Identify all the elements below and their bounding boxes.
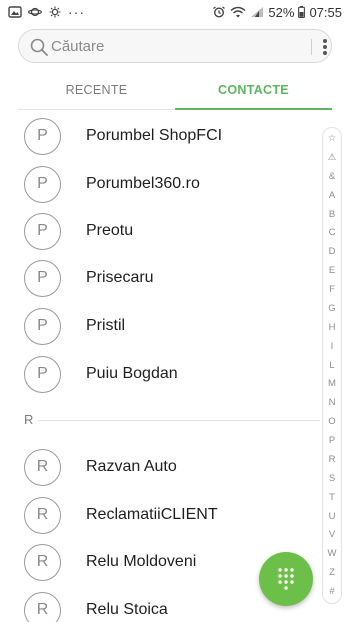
dialpad-button[interactable] [259,552,313,606]
section-divider [38,420,320,421]
index-letter[interactable]: W [328,549,337,559]
avatar: R [24,448,61,486]
contact-row[interactable]: P Puiu Bogdan [0,350,320,398]
status-system: 52% 07:55 [212,5,342,20]
alarm-icon [213,6,226,18]
more-vert-icon[interactable] [319,37,331,57]
index-letter[interactable]: M [328,379,336,389]
tab-bar: RECENTE CONTACTE [18,72,332,110]
search-divider [311,39,312,55]
index-letter[interactable]: T [329,492,335,503]
avatar: R [24,543,61,581]
index-letter[interactable]: & [329,171,335,182]
contact-name: Preotu [86,222,134,239]
avatar: P [24,165,61,203]
index-letter[interactable]: ☆ [328,134,337,144]
index-letter[interactable]: L [329,360,334,371]
index-letter[interactable]: S [329,473,335,484]
signal-icon [251,7,264,17]
index-letter[interactable]: D [329,247,336,257]
index-letter[interactable]: A [329,190,335,201]
contact-row[interactable]: P Preotu [0,207,320,255]
section-letter: R [24,412,34,427]
status-notifications: ··· [8,4,85,20]
dialpad-icon [278,568,294,590]
search-bar[interactable] [18,29,332,63]
clock: 07:55 [309,4,342,20]
contact-row[interactable]: P Porumbel360.ro [0,160,320,208]
index-letter[interactable]: Z [329,568,335,578]
planet-notification-icon [28,7,42,17]
more-notifications-dots: ··· [68,4,85,20]
index-letter[interactable]: H [329,322,336,333]
contact-name: ReclamatiiCLIENT [86,506,218,523]
index-letter[interactable]: ⚠ [328,152,337,163]
alphabet-index[interactable]: ☆ ⚠ & A B C D E F G H I L M N O P R S T U V W Z # [322,127,342,604]
battery-icon [298,6,306,18]
contact-name: Relu Stoica [86,601,168,618]
avatar: P [24,117,61,155]
index-letter[interactable]: # [329,587,334,597]
index-letter[interactable]: I [331,341,334,352]
index-letter[interactable]: U [329,511,336,522]
contact-name: Puiu Bogdan [86,365,178,382]
contact-row[interactable]: R Razvan Auto [0,443,320,491]
index-letter[interactable]: O [328,417,335,427]
contact-name: Porumbel ShopFCI [86,127,223,144]
contact-name: Porumbel360.ro [86,175,200,192]
contact-name: Relu Moldoveni [86,553,197,570]
status-bar: ··· 52% 07:55 [0,0,350,24]
index-letter[interactable]: V [329,530,335,540]
battery-percent: 52% [268,4,295,20]
avatar: R [24,591,61,622]
contact-name: Prisecaru [86,269,154,286]
index-letter[interactable]: F [329,285,335,295]
index-letter[interactable]: R [329,454,336,465]
avatar: P [24,259,61,297]
tab-recente[interactable]: RECENTE [18,72,175,109]
avatar: P [24,355,61,393]
avatar: P [24,307,61,345]
index-letter[interactable]: P [329,436,335,446]
contact-name: Razvan Auto [86,458,177,475]
index-letter[interactable]: G [328,303,335,314]
contact-name: Pristil [86,317,126,334]
search-icon [30,38,48,56]
sun-notification-icon [49,6,61,18]
tab-contacte[interactable]: CONTACTE [175,72,332,110]
avatar: R [24,496,61,534]
contact-row[interactable]: P Pristil [0,302,320,350]
index-letter[interactable]: E [329,266,335,276]
wifi-icon [230,6,246,18]
search-input[interactable] [51,30,301,62]
index-letter[interactable]: C [329,228,336,238]
avatar: P [24,212,61,250]
section-header-r: R [0,409,320,433]
contact-list[interactable]: P Porumbel ShopFCI P Porumbel360.ro P Pr… [0,110,320,622]
contact-row[interactable]: P Prisecaru [0,254,320,302]
contact-row[interactable]: P Porumbel ShopFCI [0,112,320,160]
contact-row[interactable]: R ReclamatiiCLIENT [0,491,320,539]
index-letter[interactable]: B [329,209,335,220]
gallery-notification-icon [8,6,22,18]
index-letter[interactable]: N [329,398,336,408]
